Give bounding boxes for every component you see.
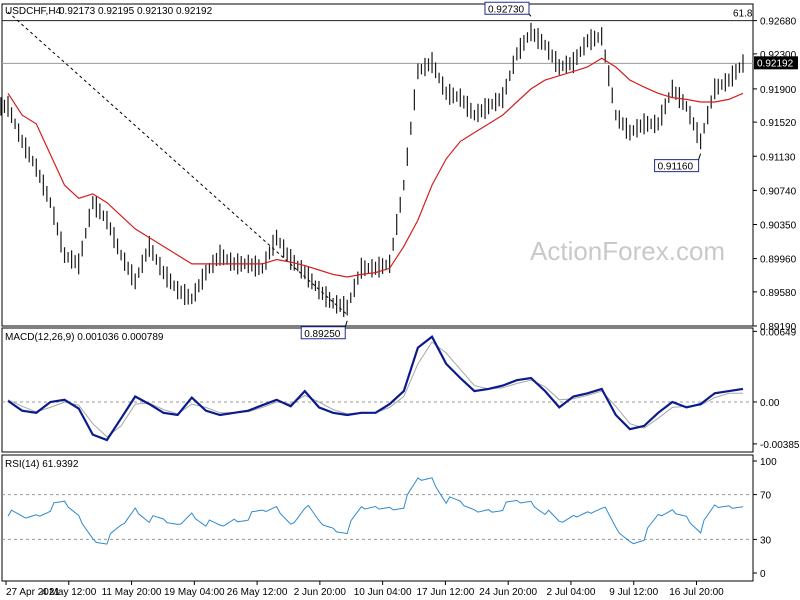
- rsi-y-tick-label: 70: [760, 491, 772, 502]
- price-header-high: 0.92195: [98, 6, 135, 17]
- macd-header: MACD(12,26,9) 0.001036 0.000789: [5, 332, 164, 343]
- current-price-label: 0.92192: [757, 58, 794, 69]
- annotation-label: 0.92730: [488, 4, 525, 15]
- x-tick-label: 26 May 12:00: [227, 587, 288, 598]
- price-y-tick-label: 0.90740: [760, 186, 797, 197]
- x-tick-label: 9 Jul 12:00: [609, 587, 658, 598]
- annotation-leader: [698, 153, 702, 160]
- price-y-tick-label: 0.91520: [760, 118, 797, 129]
- chart-canvas: USDCHF,H4 0.92173 0.92195 0.92130 0.9219…: [0, 1, 800, 598]
- rsi-line: [7, 477, 744, 545]
- price-pane: USDCHF,H4 0.92173 0.92195 0.92130 0.9219…: [0, 1, 798, 340]
- macd-y-tick-label: 0.00649: [760, 327, 797, 338]
- x-tick-label: 16 Jul 20:00: [669, 587, 724, 598]
- price-y-tick-label: 0.92680: [760, 17, 797, 28]
- x-tick-label: 19 May 04:00: [164, 587, 225, 598]
- price-annotation: 0.89250: [300, 320, 348, 340]
- price-annotation: 0.92730: [484, 1, 532, 17]
- x-axis: 27 Apr 20214 May 12:00 11 May 20:00 19 May…: [5, 581, 724, 598]
- price-y-tick-label: 0.91900: [760, 85, 797, 96]
- x-tick-label: 24 Jun 20:00: [479, 587, 537, 598]
- macd-pane: MACD(12,26,9) 0.001036 0.000789 0.00649 0…: [2, 327, 800, 451]
- rsi-pane-frame: [1, 454, 754, 582]
- price-header-open: 0.92173: [59, 6, 96, 17]
- x-tick-label: 2 Jun 20:00: [294, 587, 347, 598]
- price-header-low: 0.92130: [137, 6, 174, 17]
- x-tick-label: 10 Jun 04:00: [354, 587, 412, 598]
- rsi-y-tick-label: 100: [760, 457, 777, 468]
- macd-pane-frame: [1, 327, 754, 453]
- rsi-pane: RSI(14) 61.9392 100 70 30 0: [2, 457, 777, 580]
- price-header-symbol: USDCHF,H4: [5, 6, 62, 17]
- macd-y-tick-label: 0.00: [760, 398, 780, 409]
- x-tick-label: 4 May 12:00: [41, 587, 96, 598]
- price-header-close: 0.92192: [176, 6, 213, 17]
- annotation-leader: [528, 13, 532, 17]
- rsi-y-tick-label: 30: [760, 535, 772, 546]
- x-tick-label: 2 Jul 04:00: [546, 587, 595, 598]
- x-tick-label: 17 Jun 12:00: [416, 587, 474, 598]
- annotation-label: 0.89250: [304, 329, 341, 340]
- watermark: ActionForex.com: [530, 236, 725, 266]
- price-pane-frame: [1, 3, 754, 327]
- fib-level-label: 61.8: [733, 9, 753, 20]
- rsi-y-tick-label: 0: [760, 569, 766, 580]
- dashed-trendline: [7, 11, 348, 315]
- x-tick-label: 11 May 20:00: [102, 587, 162, 598]
- price-y-tick-label: 0.91130: [760, 152, 796, 163]
- price-annotation: 0.91160: [654, 153, 702, 173]
- price-y-tick-label: 0.89960: [760, 255, 797, 266]
- price-y-tick-label: 0.90350: [760, 221, 797, 232]
- annotation-label: 0.91160: [658, 162, 694, 173]
- rsi-header: RSI(14) 61.9392: [5, 459, 79, 470]
- price-y-tick-label: 0.89580: [760, 288, 797, 299]
- macd-y-tick-label: -0.003855: [760, 440, 800, 451]
